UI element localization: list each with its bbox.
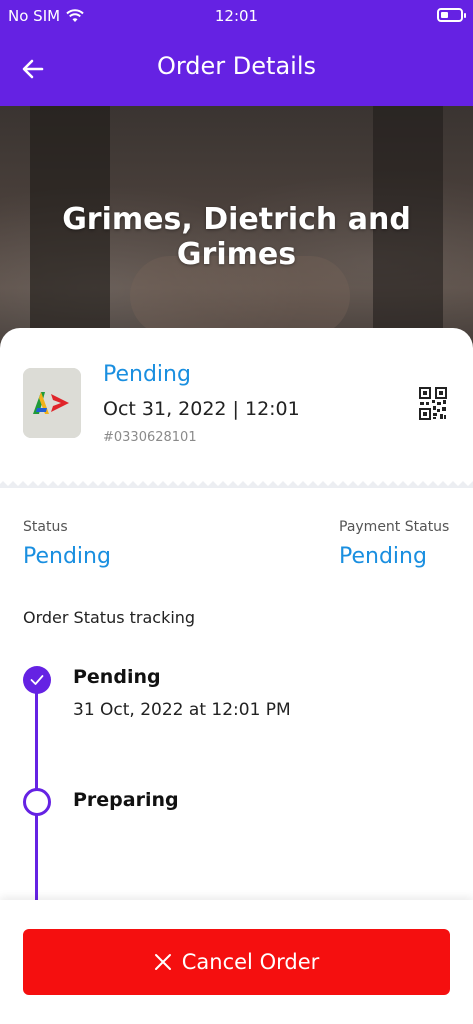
page-title: Order Details — [156, 52, 317, 80]
timeline-step-title: Pending — [73, 666, 161, 688]
app-header: No SIM 12:01 Order Details — [0, 0, 473, 106]
clock: 12:01 — [214, 7, 259, 25]
status-bar: No SIM 12:01 — [0, 0, 473, 32]
cancel-order-label: Cancel Order — [181, 950, 320, 974]
close-icon — [154, 954, 171, 970]
step-pending-dot — [23, 788, 51, 816]
timeline-step-title: Preparing — [73, 789, 179, 811]
restaurant-name: Grimes, Dietrich and Grimes — [62, 202, 411, 272]
bottom-action-bar: Cancel Order — [0, 900, 473, 1024]
check-icon — [30, 675, 44, 685]
battery-icon — [437, 8, 466, 22]
timeline-step-time: 31 Oct, 2022 at 12:01 PM — [73, 700, 291, 720]
order-timeline: Pending 31 Oct, 2022 at 12:01 PM Prepari… — [0, 328, 473, 910]
restaurant-cover-image: Grimes, Dietrich and Grimes — [0, 106, 473, 366]
cancel-order-button[interactable]: Cancel Order — [23, 929, 450, 995]
step-completed-dot — [23, 666, 51, 694]
